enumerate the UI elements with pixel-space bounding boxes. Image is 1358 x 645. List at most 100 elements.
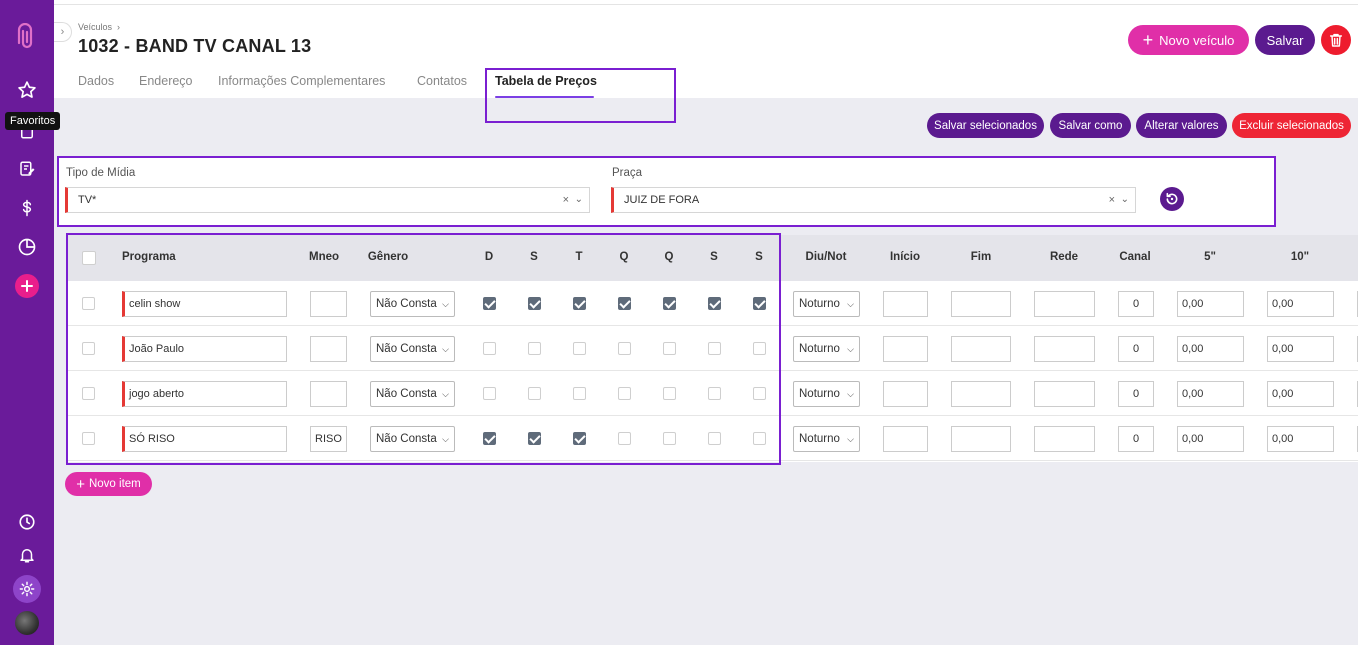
diunot-select[interactable]: Noturno ⌵: [793, 291, 860, 317]
salvar-button[interactable]: Salvar: [1255, 25, 1315, 55]
alterar-valores-button[interactable]: Alterar valores: [1136, 113, 1227, 138]
add-icon[interactable]: [15, 274, 39, 298]
col-fim[interactable]: Fim: [971, 251, 991, 263]
chevron-down-icon[interactable]: ⌄: [1121, 194, 1129, 205]
day-checkbox[interactable]: [663, 387, 676, 400]
programa-input[interactable]: celin show: [122, 291, 287, 317]
day-checkbox[interactable]: [528, 342, 541, 355]
select-all-checkbox[interactable]: [82, 251, 96, 265]
col-day-s2[interactable]: S: [710, 251, 718, 263]
bell-icon[interactable]: [14, 542, 40, 568]
excluir-selecionados-button[interactable]: Excluir selecionados: [1232, 113, 1351, 138]
col-day-s[interactable]: S: [530, 251, 538, 263]
inicio-input[interactable]: [883, 291, 928, 317]
fim-input[interactable]: [951, 291, 1011, 317]
day-checkbox[interactable]: [753, 387, 766, 400]
salvar-como-button[interactable]: Salvar como: [1050, 113, 1131, 138]
rede-input[interactable]: [1034, 291, 1095, 317]
col-diunot[interactable]: Diu/Not: [806, 251, 847, 263]
tab-tabela-de-precos[interactable]: Tabela de Preços: [495, 74, 597, 88]
day-checkbox[interactable]: [573, 342, 586, 355]
day-checkbox[interactable]: [573, 387, 586, 400]
day-checkbox[interactable]: [528, 297, 541, 310]
inicio-input[interactable]: [883, 426, 928, 452]
col-10s[interactable]: 10": [1291, 251, 1309, 263]
col-programa[interactable]: Programa: [122, 251, 176, 263]
col-genero[interactable]: Gênero: [368, 251, 408, 263]
canal-input[interactable]: 0: [1118, 291, 1154, 317]
preco-5s-input[interactable]: 0,00: [1177, 381, 1244, 407]
day-checkbox[interactable]: [663, 342, 676, 355]
day-checkbox[interactable]: [618, 297, 631, 310]
pie-chart-icon[interactable]: [14, 234, 40, 260]
star-icon[interactable]: [14, 77, 40, 103]
preco-10s-input[interactable]: 0,00: [1267, 426, 1334, 452]
preco-10s-input[interactable]: 0,00: [1267, 291, 1334, 317]
day-checkbox[interactable]: [483, 297, 496, 310]
day-checkbox[interactable]: [483, 432, 496, 445]
inicio-input[interactable]: [883, 381, 928, 407]
day-checkbox[interactable]: [753, 342, 766, 355]
breadcrumb[interactable]: Veículos ›: [78, 22, 120, 32]
day-checkbox[interactable]: [708, 297, 721, 310]
row-select-checkbox[interactable]: [82, 432, 95, 445]
preco-5s-input[interactable]: 0,00: [1177, 426, 1244, 452]
canal-input[interactable]: 0: [1118, 426, 1154, 452]
rede-input[interactable]: [1034, 336, 1095, 362]
col-rede[interactable]: Rede: [1050, 251, 1078, 263]
fim-input[interactable]: [951, 336, 1011, 362]
preco-5s-input[interactable]: 0,00: [1177, 291, 1244, 317]
genero-select[interactable]: Não Consta ⌵: [370, 426, 455, 452]
tab-dados[interactable]: Dados: [78, 74, 114, 88]
day-checkbox[interactable]: [708, 342, 721, 355]
rede-input[interactable]: [1034, 381, 1095, 407]
col-day-d[interactable]: D: [485, 251, 493, 263]
col-mneo[interactable]: Mneo: [309, 251, 339, 263]
fim-input[interactable]: [951, 381, 1011, 407]
mneo-input[interactable]: RISO: [310, 426, 347, 452]
day-checkbox[interactable]: [573, 297, 586, 310]
fim-input[interactable]: [951, 426, 1011, 452]
diunot-select[interactable]: Noturno ⌵: [793, 381, 860, 407]
row-select-checkbox[interactable]: [82, 297, 95, 310]
col-day-q[interactable]: Q: [620, 251, 629, 263]
praca-select[interactable]: JUIZ DE FORA × ⌄: [611, 187, 1136, 213]
preco-10s-input[interactable]: 0,00: [1267, 381, 1334, 407]
mneo-input[interactable]: [310, 381, 347, 407]
programa-input[interactable]: João Paulo: [122, 336, 287, 362]
gear-icon[interactable]: [13, 575, 41, 603]
avatar[interactable]: [15, 611, 39, 635]
day-checkbox[interactable]: [618, 432, 631, 445]
day-checkbox[interactable]: [708, 387, 721, 400]
mneo-input[interactable]: [310, 336, 347, 362]
inicio-input[interactable]: [883, 336, 928, 362]
delete-button[interactable]: [1321, 25, 1351, 55]
programa-input[interactable]: SÓ RISO: [122, 426, 287, 452]
genero-select[interactable]: Não Consta ⌵: [370, 291, 455, 317]
clear-icon[interactable]: ×: [1109, 194, 1115, 206]
tab-endereco[interactable]: Endereço: [139, 74, 193, 88]
novo-veiculo-button[interactable]: + Novo veículo: [1128, 25, 1249, 55]
day-checkbox[interactable]: [753, 432, 766, 445]
genero-select[interactable]: Não Consta ⌵: [370, 381, 455, 407]
day-checkbox[interactable]: [483, 342, 496, 355]
mneo-input[interactable]: [310, 291, 347, 317]
edit-icon[interactable]: [14, 156, 40, 182]
tipo-midia-select[interactable]: TV* × ⌄: [65, 187, 590, 213]
day-checkbox[interactable]: [483, 387, 496, 400]
canal-input[interactable]: 0: [1118, 381, 1154, 407]
col-canal[interactable]: Canal: [1119, 251, 1150, 263]
diunot-select[interactable]: Noturno ⌵: [793, 426, 860, 452]
genero-select[interactable]: Não Consta ⌵: [370, 336, 455, 362]
novo-item-button[interactable]: + Novo item: [65, 472, 152, 496]
preco-10s-input[interactable]: 0,00: [1267, 336, 1334, 362]
day-checkbox[interactable]: [663, 432, 676, 445]
day-checkbox[interactable]: [753, 297, 766, 310]
day-checkbox[interactable]: [528, 387, 541, 400]
dollar-icon[interactable]: [14, 195, 40, 221]
col-inicio[interactable]: Início: [890, 251, 920, 263]
logo-icon[interactable]: [14, 23, 40, 50]
tab-contatos[interactable]: Contatos: [417, 74, 467, 88]
programa-input[interactable]: jogo aberto: [122, 381, 287, 407]
day-checkbox[interactable]: [528, 432, 541, 445]
